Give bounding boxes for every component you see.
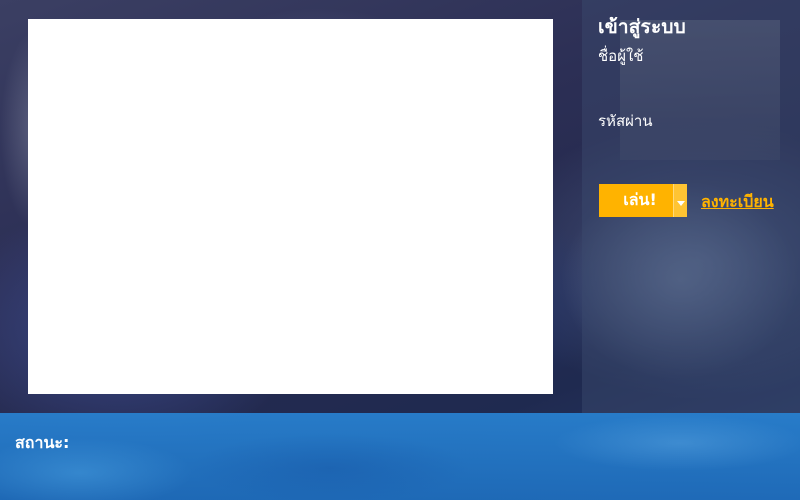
news-panel[interactable] [28,19,553,394]
play-dropdown-button[interactable] [673,184,687,217]
play-button[interactable]: เล่น! [599,184,673,217]
password-label: รหัสผ่าน [598,112,653,130]
username-label: ชื่อผู้ใช้ [598,47,644,65]
register-link[interactable]: ลงทะเบียน [701,190,774,215]
username-input[interactable] [598,70,786,94]
status-bar: สถานะ: [0,413,800,500]
status-label: สถานะ: [15,433,70,452]
play-button-group: เล่น! [599,184,687,217]
password-input[interactable] [598,135,786,159]
login-title: เข้าสู่ระบบ [598,16,686,38]
caret-down-icon [676,191,685,210]
launcher-window: เข้าสู่ระบบ ชื่อผู้ใช้ รหัสผ่าน เล่น! ลง… [0,0,800,500]
